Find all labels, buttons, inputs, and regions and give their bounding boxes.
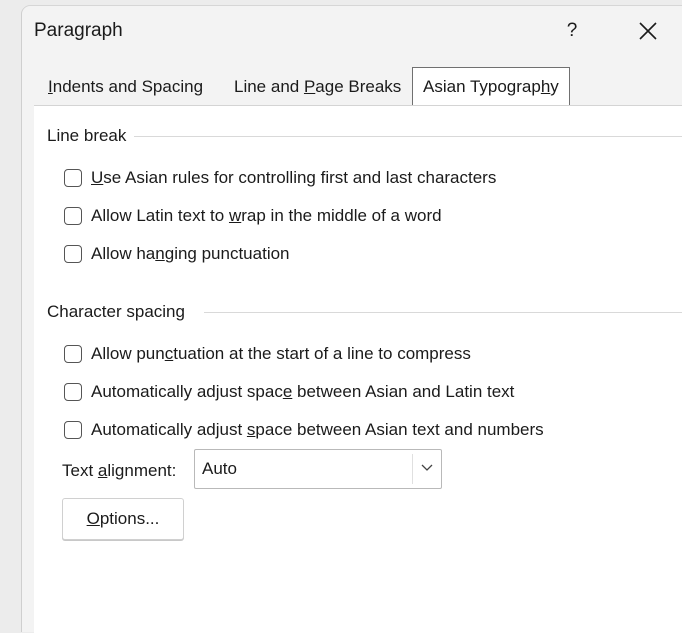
checkbox-box[interactable] <box>64 345 82 363</box>
tab-indents-and-spacing[interactable]: Indents and Spacing <box>38 68 213 105</box>
checkbox-label: Use Asian rules for controlling first an… <box>91 168 497 187</box>
options-button[interactable]: Options... <box>62 498 184 540</box>
title-bar: Paragraph ? <box>22 6 682 54</box>
checkbox-label: Automatically adjust space between Asian… <box>91 382 515 401</box>
help-button[interactable]: ? <box>558 16 586 46</box>
checkbox-box[interactable] <box>64 383 82 401</box>
text-alignment-value: Auto <box>202 459 237 478</box>
character-spacing-group-label: Character spacing <box>47 302 191 322</box>
checkbox-adjust-asian-numbers-space[interactable]: Automatically adjust space between Asian… <box>64 418 544 442</box>
close-button[interactable] <box>628 14 668 48</box>
checkbox-allow-punctuation-compress[interactable]: Allow punctuation at the start of a line… <box>64 342 471 366</box>
checkbox-use-asian-rules[interactable]: Use Asian rules for controlling first an… <box>64 166 496 190</box>
checkbox-box[interactable] <box>64 169 82 187</box>
checkbox-allow-latin-wrap[interactable]: Allow Latin text to wrap in the middle o… <box>64 204 442 228</box>
checkbox-box[interactable] <box>64 207 82 225</box>
checkbox-box[interactable] <box>64 245 82 263</box>
tab-line-and-page-breaks[interactable]: Line and Page Breaks <box>224 68 411 105</box>
checkbox-label: Automatically adjust space between Asian… <box>91 420 544 439</box>
dropdown-button[interactable] <box>412 454 441 484</box>
checkbox-label: Allow Latin text to wrap in the middle o… <box>91 206 442 225</box>
close-icon <box>639 22 657 40</box>
checkbox-allow-hanging-punctuation[interactable]: Allow hanging punctuation <box>64 242 290 266</box>
text-alignment-select[interactable]: Auto <box>194 449 442 489</box>
checkbox-label: Allow hanging punctuation <box>91 244 290 263</box>
checkbox-label: Allow punctuation at the start of a line… <box>91 344 471 363</box>
paragraph-dialog: Paragraph ? Indents and Spacing Line and… <box>22 6 682 633</box>
group-divider <box>134 136 682 137</box>
group-divider <box>204 312 682 313</box>
tab-panel: Line break Use Asian rules for controlli… <box>34 105 682 633</box>
checkbox-box[interactable] <box>64 421 82 439</box>
line-break-group-label: Line break <box>47 126 133 146</box>
checkbox-adjust-asian-latin-space[interactable]: Automatically adjust space between Asian… <box>64 380 514 404</box>
text-alignment-label: Text alignment: <box>62 461 177 480</box>
dialog-title: Paragraph <box>34 20 123 41</box>
chevron-down-icon <box>421 464 433 471</box>
tab-asian-typography[interactable]: Asian Typography <box>412 67 570 106</box>
